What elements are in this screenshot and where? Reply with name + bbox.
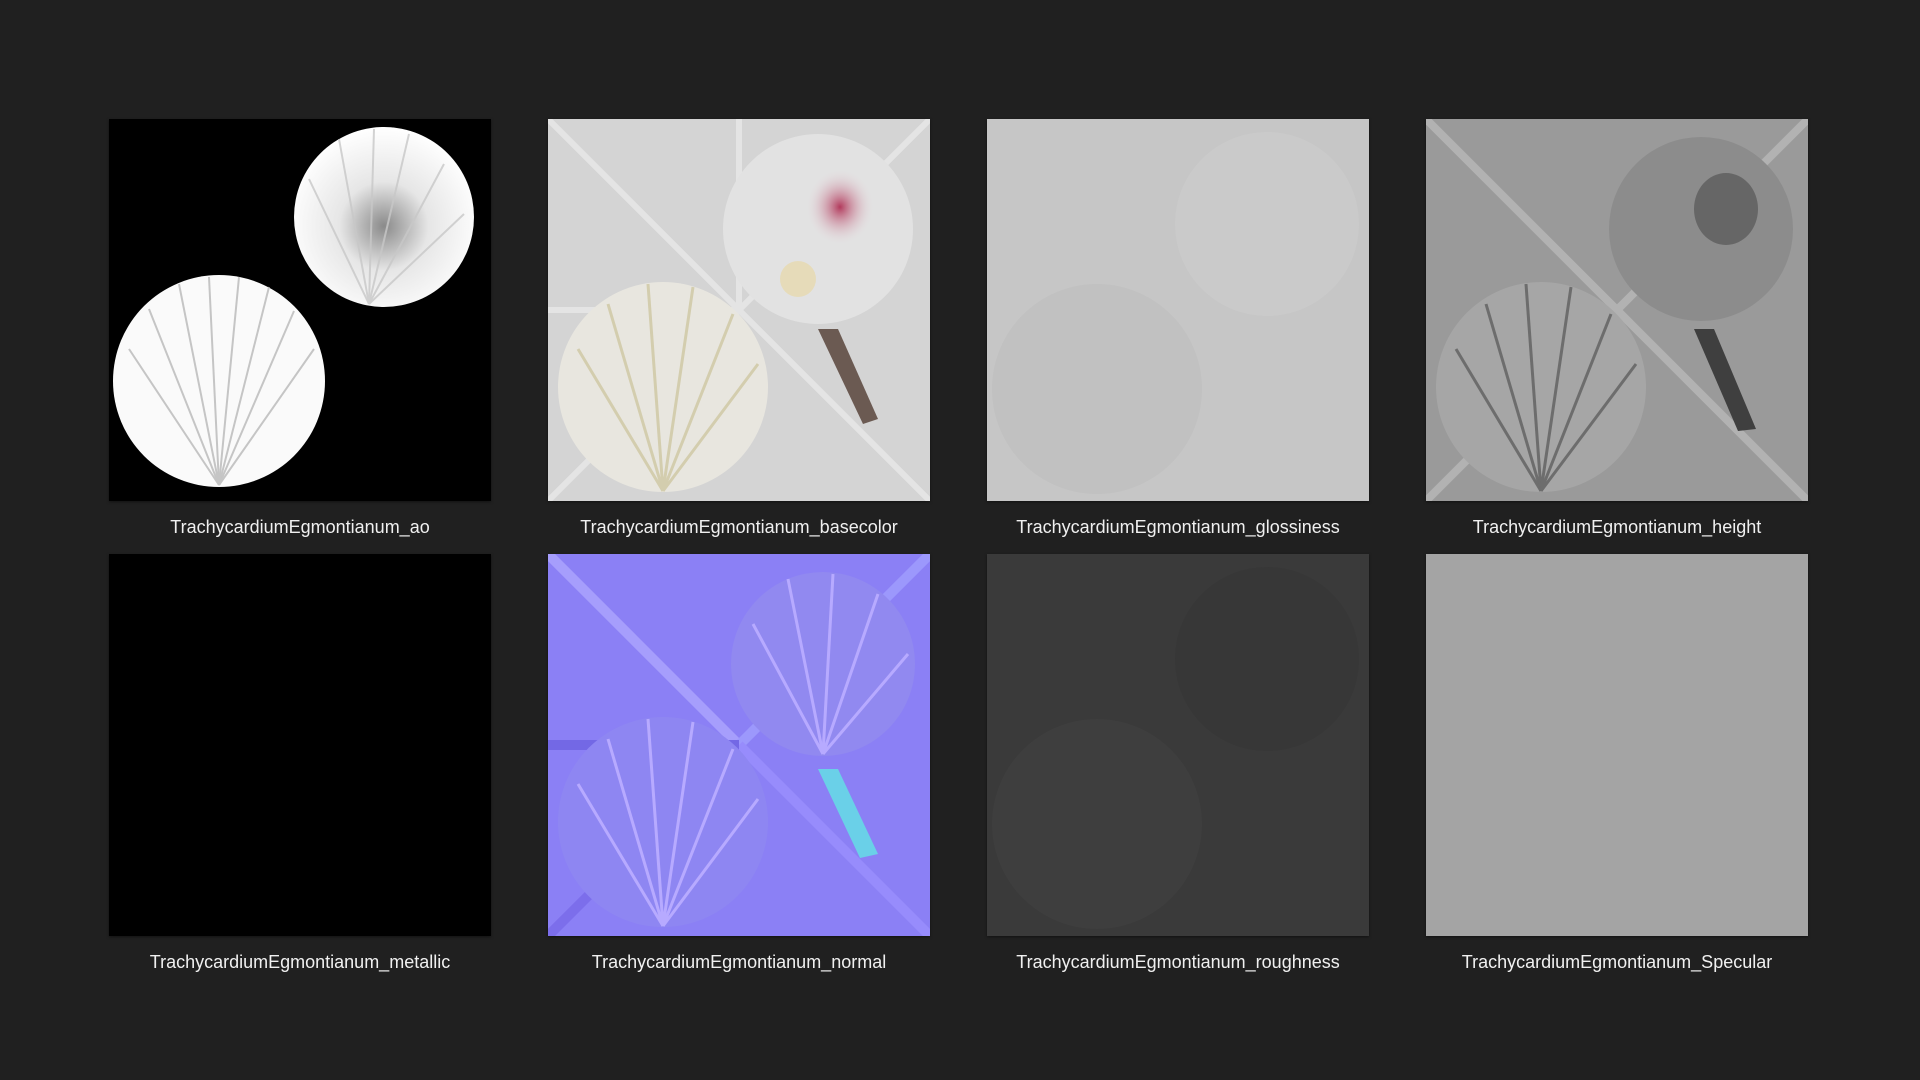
ao-map-image <box>109 119 491 501</box>
roughness-map-image <box>987 554 1369 936</box>
metallic-map-image <box>109 554 491 936</box>
normal-map-image <box>548 554 930 936</box>
file-tile-roughness[interactable]: TrachycardiumEgmontianum_roughness <box>987 554 1369 989</box>
file-name-label: TrachycardiumEgmontianum_Specular <box>1461 952 1773 972</box>
thumbnail-ao[interactable] <box>109 119 491 501</box>
file-name-label: TrachycardiumEgmontianum_roughness <box>1016 952 1340 972</box>
thumbnail-roughness[interactable] <box>987 554 1369 936</box>
file-tile-ao[interactable]: TrachycardiumEgmontianum_ao <box>109 119 491 554</box>
glossiness-map-image <box>987 119 1369 501</box>
file-name-label: TrachycardiumEgmontianum_basecolor <box>580 517 898 537</box>
file-name-label: TrachycardiumEgmontianum_height <box>1472 517 1762 537</box>
file-tile-height[interactable]: TrachycardiumEgmontianum_height <box>1426 119 1808 554</box>
thumbnail-glossiness[interactable] <box>987 119 1369 501</box>
thumbnail-normal[interactable] <box>548 554 930 936</box>
file-name-label: TrachycardiumEgmontianum_ao <box>170 517 430 537</box>
file-tile-metallic[interactable]: TrachycardiumEgmontianum_metallic <box>109 554 491 989</box>
file-tile-normal[interactable]: TrachycardiumEgmontianum_normal <box>548 554 930 989</box>
basecolor-map-image <box>548 119 930 501</box>
thumbnail-basecolor[interactable] <box>548 119 930 501</box>
specular-map-image <box>1426 554 1808 936</box>
thumbnail-metallic[interactable] <box>109 554 491 936</box>
file-name-label: TrachycardiumEgmontianum_metallic <box>149 952 451 972</box>
thumbnail-specular[interactable] <box>1426 554 1808 936</box>
file-tile-glossiness[interactable]: TrachycardiumEgmontianum_glossiness <box>987 119 1369 554</box>
thumbnail-grid: TrachycardiumEgmontianum_ao Trachycardiu… <box>109 119 1808 989</box>
file-explorer-view: TrachycardiumEgmontianum_ao Trachycardiu… <box>0 0 1920 1080</box>
file-name-label: TrachycardiumEgmontianum_glossiness <box>1016 517 1340 537</box>
file-tile-basecolor[interactable]: TrachycardiumEgmontianum_basecolor <box>548 119 930 554</box>
height-map-image <box>1426 119 1808 501</box>
thumbnail-height[interactable] <box>1426 119 1808 501</box>
file-tile-specular[interactable]: TrachycardiumEgmontianum_Specular <box>1426 554 1808 989</box>
file-name-label: TrachycardiumEgmontianum_normal <box>591 952 887 972</box>
